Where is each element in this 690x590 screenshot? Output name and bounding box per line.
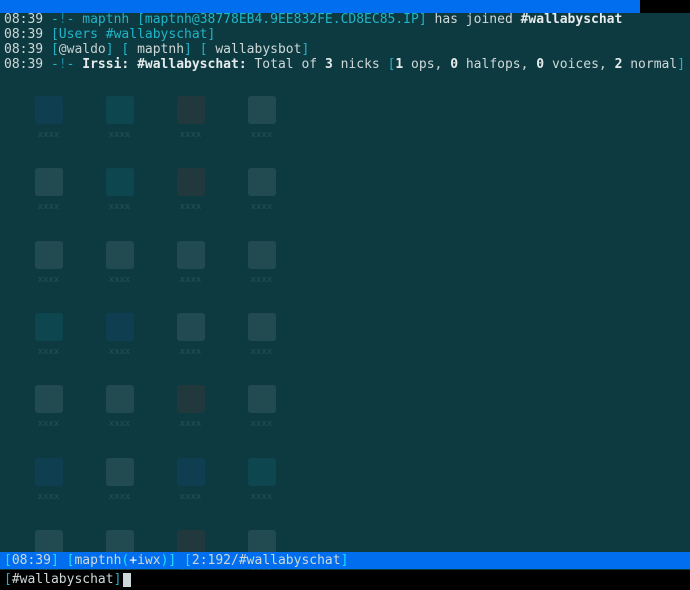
irssi-status-bar: [08:39] [maptnh(+iwx)] [2:192/#wallabysc…	[0, 552, 690, 569]
status-time: 08:39	[12, 553, 51, 568]
channel-name: #wallabyschat	[521, 12, 623, 27]
nick-waldo: @waldo	[59, 42, 106, 57]
status-channel: #wallabyschat	[239, 553, 341, 568]
input-channel: #wallabyschat	[12, 570, 114, 590]
status-window-pos: 2:192	[192, 553, 231, 568]
nick-wallabysbot: wallabysbot	[215, 42, 301, 57]
status-nick: maptnh	[74, 553, 121, 568]
irssi-topic-bar	[0, 0, 690, 13]
status-mode: wx	[145, 553, 161, 568]
irssi-log: 08:39 -!- maptnh [maptnh@38778EB4.9EE832…	[0, 13, 690, 73]
join-hostmask: maptnh@38778EB4.9EE832FE.CD8EC85.IP	[145, 12, 419, 27]
text-cursor	[123, 573, 131, 587]
empty-buffer-area[interactable]	[0, 80, 690, 549]
irssi-prefix: Irssi: #wallabyschat:	[82, 57, 246, 72]
log-line-nicklist: 08:39 [@waldo] [ maptnh] [ wallabysbot]	[4, 43, 686, 58]
log-line-users-header: 08:39 [Users #wallabyschat]	[4, 28, 686, 43]
log-line-summary: 08:39 -!- Irssi: #wallabyschat: Total of…	[4, 58, 686, 73]
nick-maptnh: maptnh	[82, 12, 129, 27]
nick-maptnh-2: maptnh	[137, 42, 184, 57]
log-line-join: 08:39 -!- maptnh [maptnh@38778EB4.9EE832…	[4, 13, 686, 28]
irssi-input-line[interactable]: [#wallabyschat]	[0, 570, 690, 590]
